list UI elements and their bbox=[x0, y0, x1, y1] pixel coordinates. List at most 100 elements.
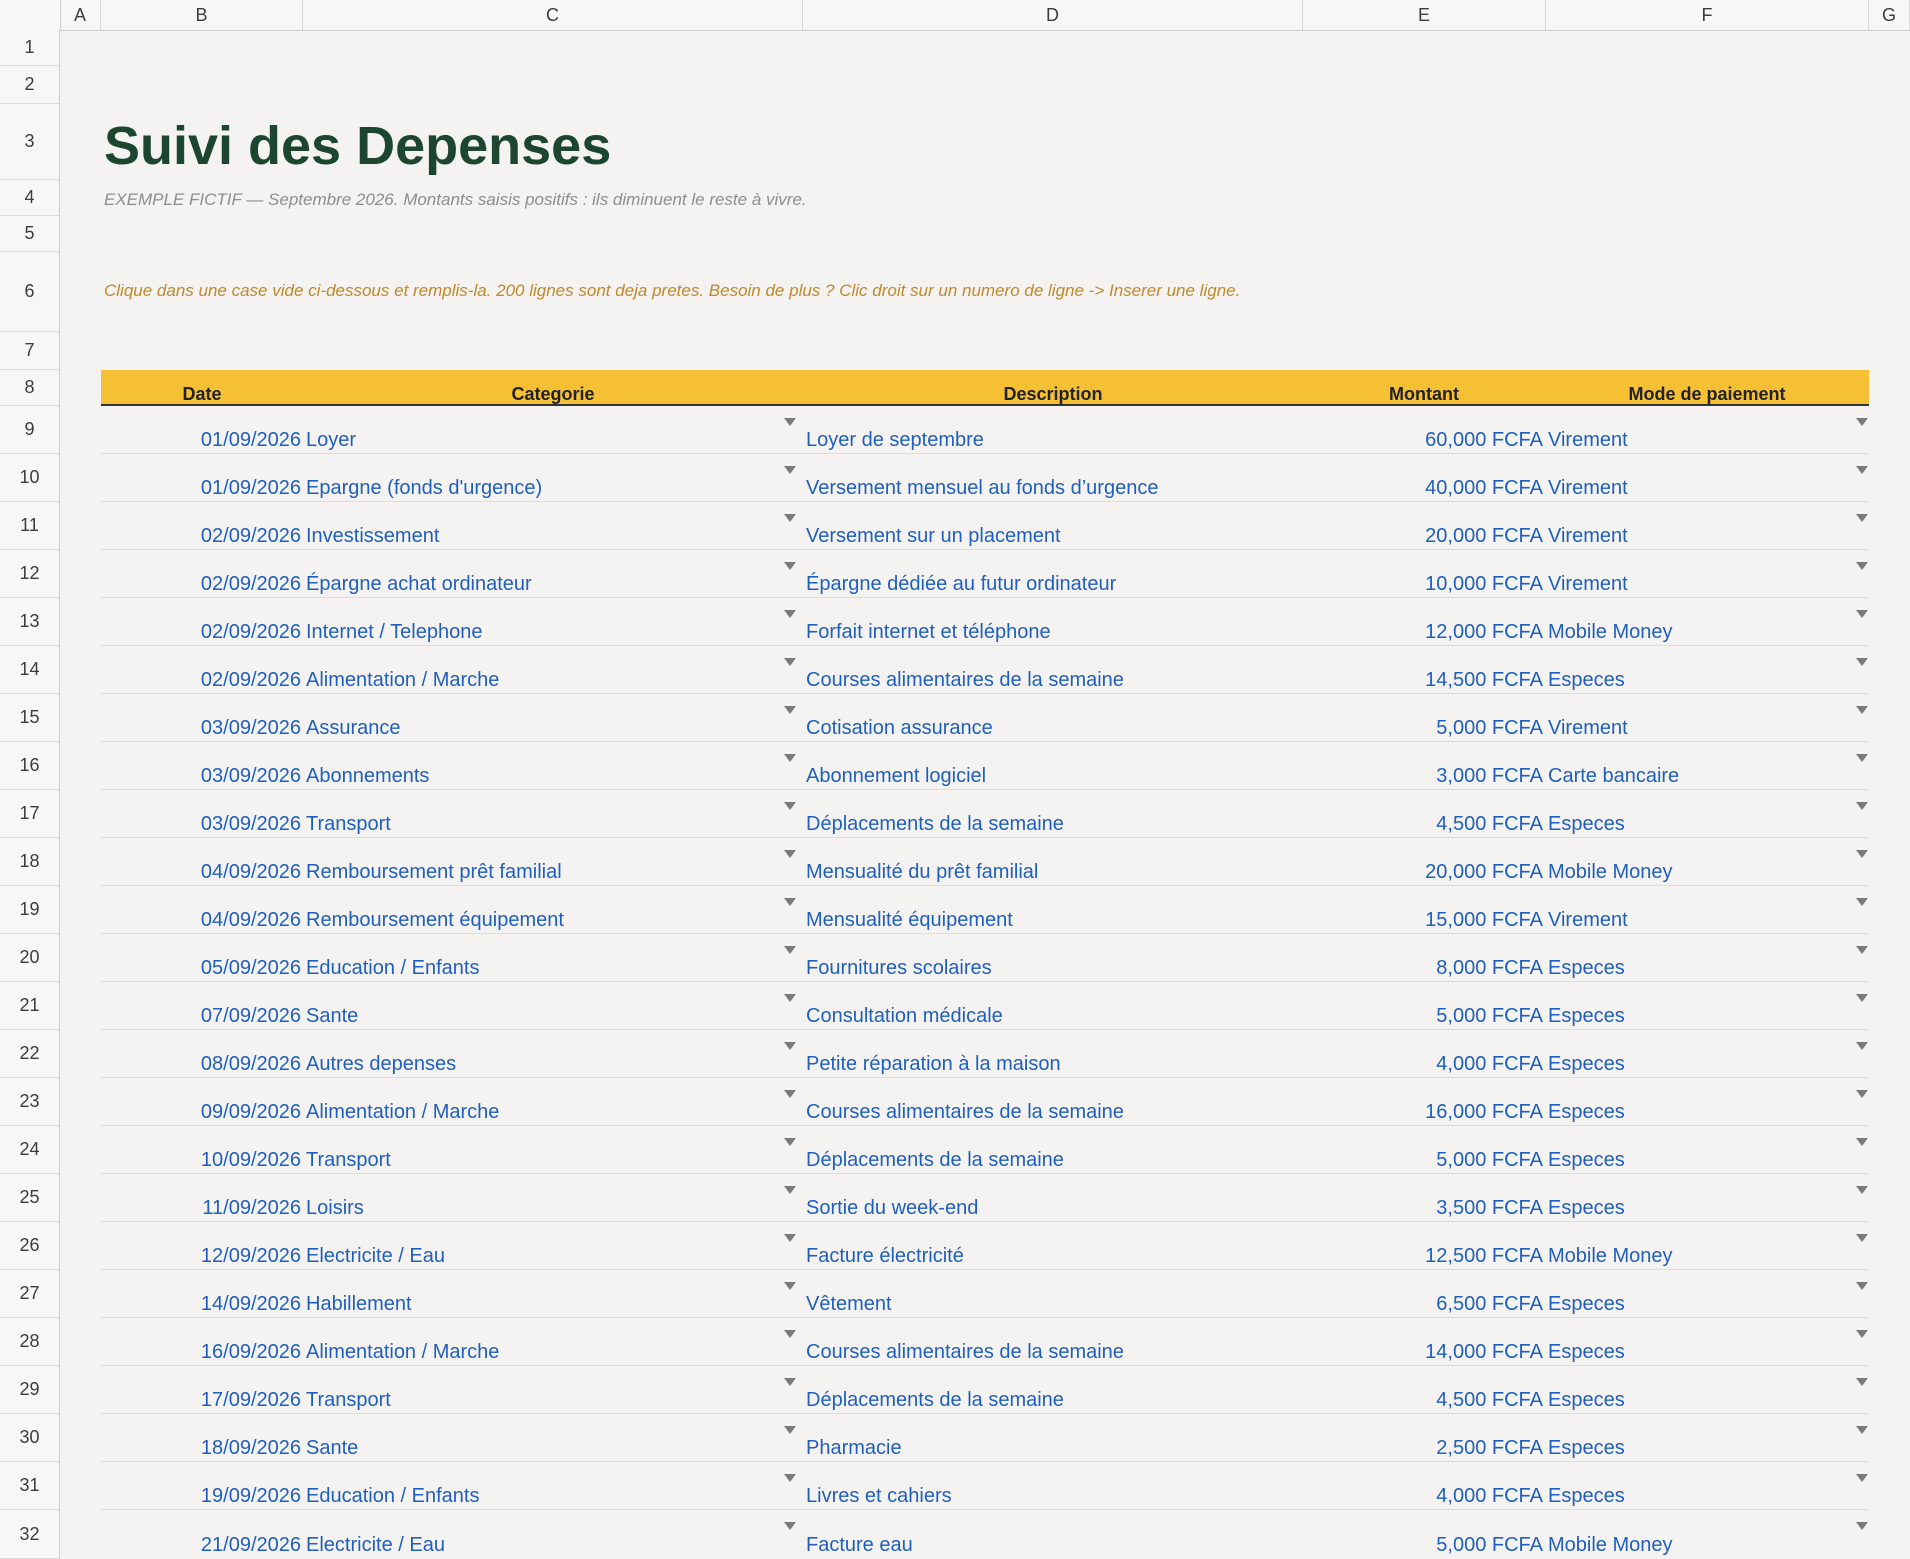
row-header-15[interactable]: 15 bbox=[0, 694, 60, 742]
category-cell[interactable]: Sante bbox=[306, 1003, 358, 1029]
dropdown-arrow-icon[interactable] bbox=[1856, 706, 1868, 714]
row-header-31[interactable]: 31 bbox=[0, 1462, 60, 1510]
dropdown-arrow-icon[interactable] bbox=[1856, 418, 1868, 426]
row-header-24[interactable]: 24 bbox=[0, 1126, 60, 1174]
dropdown-arrow-icon[interactable] bbox=[784, 1282, 796, 1290]
dropdown-arrow-icon[interactable] bbox=[1856, 994, 1868, 1002]
row-header-1[interactable]: 1 bbox=[0, 30, 60, 66]
description-cell[interactable]: Consultation médicale bbox=[806, 1003, 1003, 1029]
column-header-d[interactable]: D bbox=[803, 0, 1303, 30]
category-cell[interactable]: Remboursement prêt familial bbox=[306, 859, 562, 885]
amount-cell[interactable]: 12,500 FCFA bbox=[1425, 1243, 1543, 1269]
row-header-30[interactable]: 30 bbox=[0, 1414, 60, 1462]
row-header-2[interactable]: 2 bbox=[0, 66, 60, 104]
category-cell[interactable]: Loyer bbox=[306, 427, 356, 453]
category-cell[interactable]: Electricite / Eau bbox=[306, 1243, 445, 1269]
payment-cell[interactable]: Mobile Money bbox=[1548, 859, 1673, 885]
row-header-29[interactable]: 29 bbox=[0, 1366, 60, 1414]
amount-cell[interactable]: 16,000 FCFA bbox=[1425, 1099, 1543, 1125]
row-header-26[interactable]: 26 bbox=[0, 1222, 60, 1270]
description-cell[interactable]: Fournitures scolaires bbox=[806, 955, 992, 981]
column-header-b[interactable]: B bbox=[101, 0, 303, 30]
dropdown-arrow-icon[interactable] bbox=[1856, 1330, 1868, 1338]
row-header-27[interactable]: 27 bbox=[0, 1270, 60, 1318]
header-date[interactable]: Date bbox=[182, 384, 221, 405]
dropdown-arrow-icon[interactable] bbox=[1856, 754, 1868, 762]
category-cell[interactable]: Transport bbox=[306, 811, 391, 837]
dropdown-arrow-icon[interactable] bbox=[784, 706, 796, 714]
payment-cell[interactable]: Virement bbox=[1548, 571, 1628, 597]
amount-cell[interactable]: 3,000 FCFA bbox=[1436, 763, 1543, 789]
description-cell[interactable]: Courses alimentaires de la semaine bbox=[806, 667, 1124, 693]
row-header-17[interactable]: 17 bbox=[0, 790, 60, 838]
date-cell[interactable]: 10/09/2026 bbox=[201, 1147, 301, 1173]
dropdown-arrow-icon[interactable] bbox=[784, 1522, 796, 1530]
payment-cell[interactable]: Mobile Money bbox=[1548, 1243, 1673, 1269]
category-cell[interactable]: Habillement bbox=[306, 1291, 412, 1317]
description-cell[interactable]: Livres et cahiers bbox=[806, 1483, 952, 1509]
dropdown-arrow-icon[interactable] bbox=[1856, 946, 1868, 954]
payment-cell[interactable]: Especes bbox=[1548, 1339, 1625, 1365]
dropdown-arrow-icon[interactable] bbox=[784, 1378, 796, 1386]
dropdown-arrow-icon[interactable] bbox=[784, 658, 796, 666]
dropdown-arrow-icon[interactable] bbox=[1856, 1282, 1868, 1290]
amount-cell[interactable]: 5,000 FCFA bbox=[1436, 1003, 1543, 1029]
amount-cell[interactable]: 8,000 FCFA bbox=[1436, 955, 1543, 981]
payment-cell[interactable]: Especes bbox=[1548, 955, 1625, 981]
row-header-13[interactable]: 13 bbox=[0, 598, 60, 646]
category-cell[interactable]: Alimentation / Marche bbox=[306, 1099, 499, 1125]
description-cell[interactable]: Cotisation assurance bbox=[806, 715, 993, 741]
date-cell[interactable]: 04/09/2026 bbox=[201, 859, 301, 885]
amount-cell[interactable]: 5,000 FCFA bbox=[1436, 715, 1543, 741]
description-cell[interactable]: Mensualité du prêt familial bbox=[806, 859, 1038, 885]
description-cell[interactable]: Déplacements de la semaine bbox=[806, 1147, 1064, 1173]
dropdown-arrow-icon[interactable] bbox=[1856, 802, 1868, 810]
dropdown-arrow-icon[interactable] bbox=[784, 1042, 796, 1050]
payment-cell[interactable]: Especes bbox=[1548, 1147, 1625, 1173]
description-cell[interactable]: Courses alimentaires de la semaine bbox=[806, 1099, 1124, 1125]
row-header-20[interactable]: 20 bbox=[0, 934, 60, 982]
payment-cell[interactable]: Especes bbox=[1548, 1387, 1625, 1413]
category-cell[interactable]: Alimentation / Marche bbox=[306, 667, 499, 693]
row-header-12[interactable]: 12 bbox=[0, 550, 60, 598]
category-cell[interactable]: Internet / Telephone bbox=[306, 619, 482, 645]
category-cell[interactable]: Alimentation / Marche bbox=[306, 1339, 499, 1365]
date-cell[interactable]: 01/09/2026 bbox=[201, 475, 301, 501]
row-header-25[interactable]: 25 bbox=[0, 1174, 60, 1222]
column-header-g[interactable]: G bbox=[1869, 0, 1910, 30]
date-cell[interactable]: 03/09/2026 bbox=[201, 715, 301, 741]
date-cell[interactable]: 02/09/2026 bbox=[201, 619, 301, 645]
description-cell[interactable]: Courses alimentaires de la semaine bbox=[806, 1339, 1124, 1365]
dropdown-arrow-icon[interactable] bbox=[784, 466, 796, 474]
description-cell[interactable]: Forfait internet et téléphone bbox=[806, 619, 1051, 645]
row-header-14[interactable]: 14 bbox=[0, 646, 60, 694]
header-amount[interactable]: Montant bbox=[1389, 384, 1459, 405]
dropdown-arrow-icon[interactable] bbox=[1856, 1138, 1868, 1146]
description-cell[interactable]: Petite réparation à la maison bbox=[806, 1051, 1061, 1077]
date-cell[interactable]: 05/09/2026 bbox=[201, 955, 301, 981]
dropdown-arrow-icon[interactable] bbox=[784, 1330, 796, 1338]
description-cell[interactable]: Versement sur un placement bbox=[806, 523, 1061, 549]
row-header-28[interactable]: 28 bbox=[0, 1318, 60, 1366]
category-cell[interactable]: Electricite / Eau bbox=[306, 1532, 445, 1558]
category-cell[interactable]: Autres depenses bbox=[306, 1051, 456, 1077]
date-cell[interactable]: 16/09/2026 bbox=[201, 1339, 301, 1365]
date-cell[interactable]: 19/09/2026 bbox=[201, 1483, 301, 1509]
category-cell[interactable]: Transport bbox=[306, 1387, 391, 1413]
dropdown-arrow-icon[interactable] bbox=[784, 1426, 796, 1434]
dropdown-arrow-icon[interactable] bbox=[784, 802, 796, 810]
row-header-11[interactable]: 11 bbox=[0, 502, 60, 550]
dropdown-arrow-icon[interactable] bbox=[784, 514, 796, 522]
payment-cell[interactable]: Virement bbox=[1548, 523, 1628, 549]
dropdown-arrow-icon[interactable] bbox=[1856, 850, 1868, 858]
row-header-6[interactable]: 6 bbox=[0, 252, 60, 332]
amount-cell[interactable]: 5,000 FCFA bbox=[1436, 1147, 1543, 1173]
category-cell[interactable]: Education / Enfants bbox=[306, 1483, 479, 1509]
payment-cell[interactable]: Especes bbox=[1548, 1195, 1625, 1221]
amount-cell[interactable]: 20,000 FCFA bbox=[1425, 523, 1543, 549]
description-cell[interactable]: Épargne dédiée au futur ordinateur bbox=[806, 571, 1116, 597]
dropdown-arrow-icon[interactable] bbox=[1856, 1426, 1868, 1434]
date-cell[interactable]: 02/09/2026 bbox=[201, 523, 301, 549]
dropdown-arrow-icon[interactable] bbox=[1856, 658, 1868, 666]
dropdown-arrow-icon[interactable] bbox=[784, 1234, 796, 1242]
